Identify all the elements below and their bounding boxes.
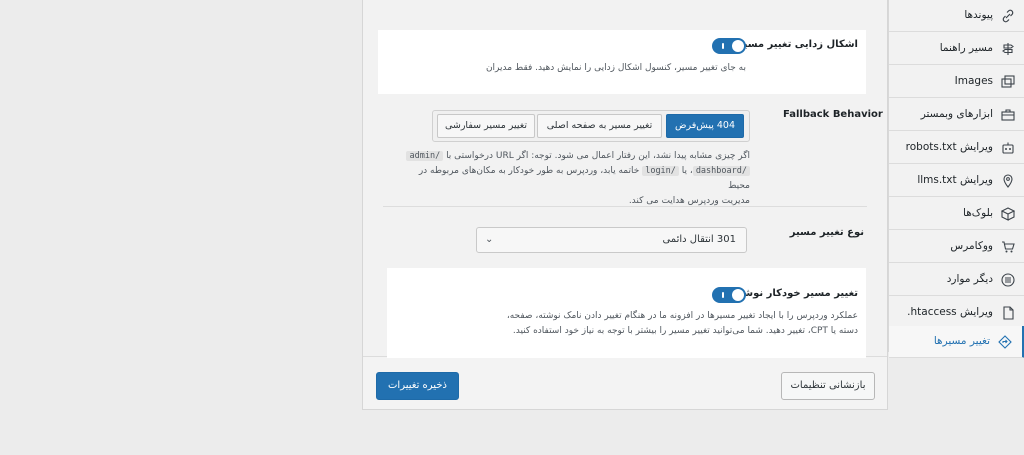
code-admin: /admin xyxy=(406,151,444,161)
auto-redirect-desc-1: عملکرد وردپرس را با ایجاد تغییر مسیرها د… xyxy=(506,311,858,321)
sidebar-item-redirects[interactable]: تغییر مسیرها xyxy=(889,326,1024,358)
sidebar-item-label: دیگر موارد xyxy=(946,273,993,285)
sidebar-item-label: ابزارهای وبمستر xyxy=(920,108,993,120)
redirect-icon xyxy=(998,335,1012,349)
option-default-404[interactable]: 404 پیش‌فرض xyxy=(666,114,744,138)
auto-redirect-desc-2: دسته یا CPT، تغییر دهید. شما می‌توانید ت… xyxy=(512,326,858,336)
auto-redirect-label: تغییر مسیر خودکار نوشته xyxy=(733,288,858,299)
images-icon xyxy=(1001,75,1015,89)
toggle-on-icon xyxy=(722,43,724,49)
circle-list-icon xyxy=(1001,273,1015,287)
sidebar-item-label: ویرایش llms.txt xyxy=(917,174,993,186)
sidebar-item-label: ویرایش htaccess. xyxy=(907,306,993,318)
fallback-options: تغییر مسیر سفارشی تغییر مسیر به صفحه اصل… xyxy=(432,110,750,142)
toggle-on-icon xyxy=(722,292,724,298)
pin-icon xyxy=(1001,174,1015,188)
redirect-type-value: 301 انتقال دائمی xyxy=(662,234,736,245)
redirect-type-select[interactable]: 301 انتقال دائمی ⌄ xyxy=(476,227,747,253)
sidebar-item-robots-txt[interactable]: ویرایش robots.txt xyxy=(889,132,1024,164)
fallback-label: Fallback Behavior xyxy=(783,109,883,120)
robot-icon xyxy=(1001,141,1015,155)
code-login: /login xyxy=(642,166,679,176)
code-dashboard: /dashboard xyxy=(692,166,750,176)
file-icon xyxy=(1001,306,1015,320)
sidebar-item-label: مسیر راهنما xyxy=(939,42,993,54)
save-button[interactable]: ذخیره تغییرات xyxy=(376,372,459,400)
sidebar-item-woocommerce[interactable]: ووکامرس xyxy=(889,231,1024,263)
chevron-down-icon: ⌄ xyxy=(485,234,494,245)
fallback-desc-or: ، یا xyxy=(681,166,693,176)
auto-redirect-toggle[interactable] xyxy=(712,287,746,303)
auto-redirect-panel: تغییر مسیر خودکار نوشته عملکرد وردپرس را… xyxy=(387,268,866,358)
reset-settings-button[interactable]: بازنشانی تنظیمات xyxy=(781,372,875,400)
debug-redirects-label: اشکال زدایی تغییر مسیرها xyxy=(726,39,858,50)
fallback-desc-text-3: مدیریت وردپرس هدایت می کند. xyxy=(628,196,750,206)
debug-redirects-panel: اشکال زدایی تغییر مسیرها به جای تغییر مس… xyxy=(378,30,866,94)
toolbox-icon xyxy=(1001,108,1015,122)
sidebar-item-label: تغییر مسیرها xyxy=(933,335,990,347)
sidebar-item-label: ووکامرس xyxy=(950,240,993,252)
sidebar-item-blocks[interactable]: بلوک‌ها xyxy=(889,198,1024,230)
signpost-icon xyxy=(1001,42,1015,56)
sidebar-item-webmaster-tools[interactable]: ابزارهای وبمستر xyxy=(889,99,1024,131)
option-custom-redirect[interactable]: تغییر مسیر سفارشی xyxy=(437,114,535,138)
sidebar-item-images[interactable]: Images xyxy=(889,66,1024,98)
sidebar-item-label: Images xyxy=(954,75,993,87)
settings-footer: ذخیره تغییرات بازنشانی تنظیمات xyxy=(363,356,887,409)
cube-icon xyxy=(1000,207,1016,221)
auto-redirect-description: عملکرد وردپرس را با ایجاد تغییر مسیرها د… xyxy=(394,309,858,339)
debug-redirects-toggle[interactable] xyxy=(712,38,746,54)
sidebar-item-label: بلوک‌ها xyxy=(963,207,993,219)
option-redirect-home[interactable]: تغییر مسیر به صفحه اصلی xyxy=(537,114,662,138)
debug-redirects-description: به جای تغییر مسیر، کنسول اشکال زدایی را … xyxy=(485,63,746,73)
redirect-type-label: نوع تغییر مسیر xyxy=(789,227,864,238)
fallback-desc-text-1: اگر چیزی مشابه پیدا نشد، این رفتار اعمال… xyxy=(446,151,750,161)
sidebar-item-label: پیوندها xyxy=(964,9,993,21)
toggle-knob xyxy=(732,40,744,52)
sidebar-item-links[interactable]: پیوندها xyxy=(889,0,1024,32)
fallback-description: اگر چیزی مشابه پیدا نشد، این رفتار اعمال… xyxy=(406,149,750,209)
cart-icon xyxy=(1001,240,1015,254)
sidebar-item-label: ویرایش robots.txt xyxy=(905,141,993,153)
settings-sidebar: پیوندها مسیر راهنما Images ابزارهای وبمس… xyxy=(888,0,1024,358)
toggle-knob xyxy=(732,289,744,301)
sidebar-item-llms-txt[interactable]: ویرایش llms.txt xyxy=(889,165,1024,197)
sidebar-item-breadcrumbs[interactable]: مسیر راهنما xyxy=(889,33,1024,65)
sidebar-item-htaccess[interactable]: ویرایش htaccess. xyxy=(889,297,1024,329)
link-icon xyxy=(1001,9,1015,23)
sidebar-item-misc[interactable]: دیگر موارد xyxy=(889,264,1024,296)
